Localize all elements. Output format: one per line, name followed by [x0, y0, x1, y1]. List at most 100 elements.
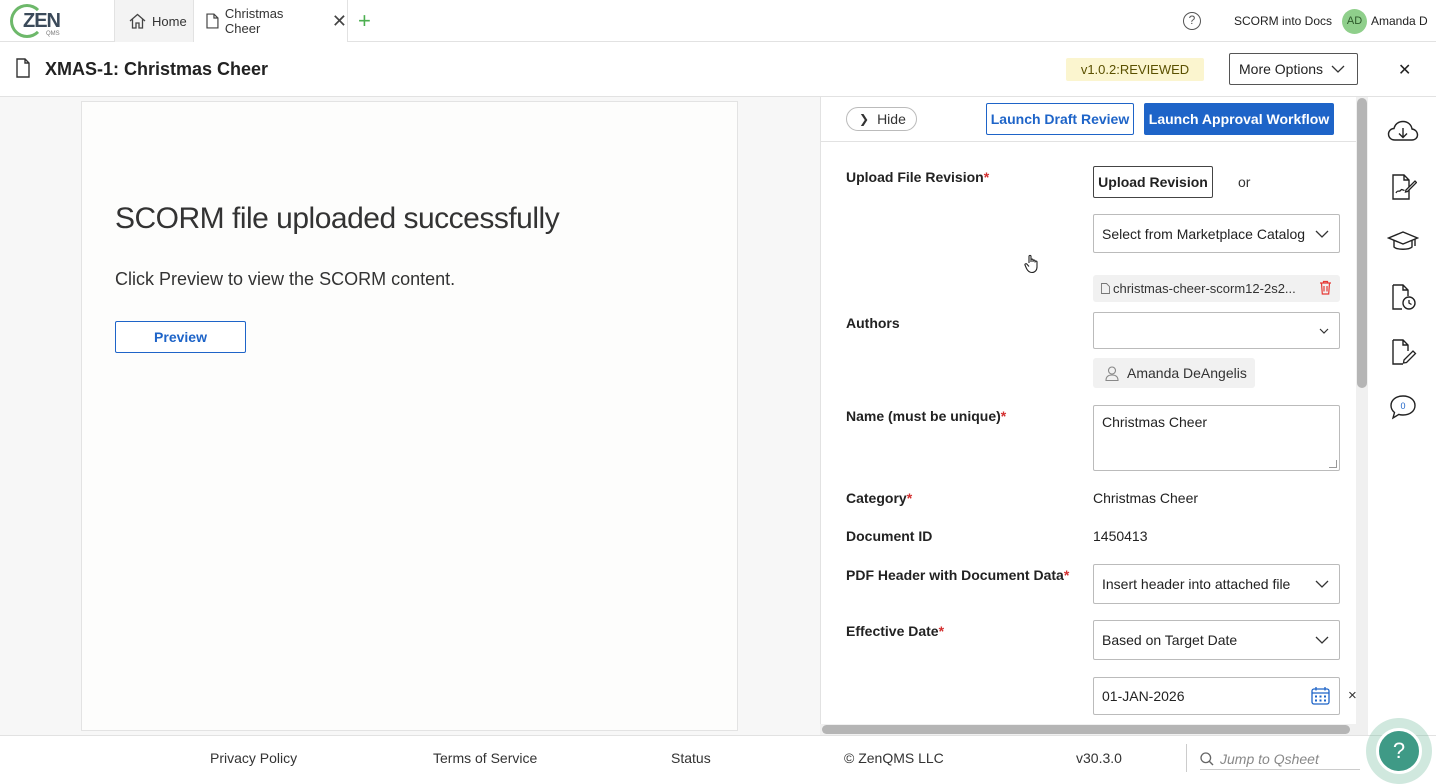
zenqms-logo[interactable]: ZEN QMS	[10, 4, 70, 38]
footer-divider	[1186, 744, 1187, 772]
name-field[interactable]: Christmas Cheer	[1093, 405, 1340, 471]
category-value: Christmas Cheer	[1093, 490, 1199, 506]
help-icon[interactable]: ?	[1183, 12, 1201, 30]
status-link[interactable]: Status	[671, 750, 711, 766]
scorm-status-heading: SCORM file uploaded successfully	[115, 202, 560, 235]
terms-of-service-link[interactable]: Terms of Service	[433, 750, 537, 766]
document-icon	[206, 13, 219, 29]
required-marker: *	[1000, 408, 1007, 424]
jump-placeholder: Jump to Qsheet	[1220, 750, 1319, 767]
chevron-right-icon: ❯	[859, 112, 870, 126]
file-icon	[1101, 283, 1110, 294]
marketplace-catalog-select[interactable]: Select from Marketplace Catalog	[1093, 214, 1340, 253]
home-icon	[129, 13, 146, 29]
more-options-label: More Options	[1239, 61, 1324, 77]
attached-file-chip[interactable]: christmas-cheer-scorm12-2s2...	[1093, 275, 1340, 302]
resize-handle[interactable]	[1329, 460, 1337, 468]
marketplace-select-value: Select from Marketplace Catalog	[1102, 225, 1306, 242]
label-text: Authors	[846, 315, 900, 331]
label-text: Effective Date	[846, 623, 939, 639]
logo-subtext: QMS	[46, 31, 60, 37]
horizontal-scrollbar-thumb[interactable]	[822, 725, 1350, 734]
chevron-down-icon	[1315, 580, 1329, 588]
tab-home-label: Home	[152, 13, 187, 29]
side-action-rail: 0	[1368, 97, 1436, 735]
upload-revision-button[interactable]: Upload Revision	[1093, 166, 1213, 198]
pdf-header-value: Insert header into attached file	[1102, 576, 1291, 592]
label-text: Document ID	[846, 528, 933, 544]
preview-card: SCORM file uploaded successfully Click P…	[81, 101, 738, 731]
cloud-download-icon[interactable]	[1387, 116, 1419, 148]
or-text: or	[1238, 174, 1251, 190]
search-icon	[1200, 751, 1214, 765]
comments-count: 0	[1400, 401, 1405, 411]
organization-name[interactable]: SCORM into Docs	[1234, 14, 1332, 28]
add-tab-button[interactable]: +	[358, 8, 371, 34]
launch-draft-review-button[interactable]: Launch Draft Review	[986, 103, 1134, 135]
copyright-text: © ZenQMS LLC	[844, 750, 944, 766]
attached-file-name: christmas-cheer-scorm12-2s2...	[1113, 281, 1296, 296]
authors-select[interactable]	[1093, 312, 1340, 349]
more-options-button[interactable]: More Options	[1229, 53, 1358, 85]
jump-to-qsheet-input[interactable]: Jump to Qsheet	[1200, 748, 1360, 770]
pdf-header-label: PDF Header with Document Data*	[846, 567, 1069, 583]
document-edit-icon[interactable]	[1387, 336, 1419, 368]
trash-icon[interactable]	[1319, 280, 1332, 295]
help-chat-button[interactable]: ?	[1366, 718, 1432, 784]
launch-approval-workflow-button[interactable]: Launch Approval Workflow	[1144, 103, 1334, 135]
chevron-down-icon	[1331, 65, 1345, 73]
effective-date-select[interactable]: Based on Target Date	[1093, 620, 1340, 660]
panel-header: ❯ Hide Launch Draft Review Launch Approv…	[821, 97, 1358, 142]
tab-christmas-cheer[interactable]: Christmas Cheer ✕	[194, 0, 348, 42]
chevron-down-icon	[1319, 328, 1329, 334]
category-label: Category*	[846, 490, 912, 506]
training-cap-icon[interactable]	[1387, 226, 1419, 258]
document-id-value: 1450413	[1093, 528, 1148, 544]
document-icon	[16, 58, 30, 78]
logo-text: ZEN	[23, 10, 61, 32]
chevron-down-icon	[1315, 636, 1329, 644]
top-navigation-bar: ZEN QMS Home Christmas Cheer ✕ + ? SCORM…	[0, 0, 1436, 42]
effective-date-label: Effective Date*	[846, 623, 944, 639]
label-text: PDF Header with Document Data	[846, 567, 1064, 583]
hide-panel-button[interactable]: ❯ Hide	[846, 107, 917, 131]
label-text: Category	[846, 490, 907, 506]
app-version: v30.3.0	[1076, 750, 1122, 766]
signature-icon[interactable]	[1387, 171, 1419, 203]
privacy-policy-link[interactable]: Privacy Policy	[210, 750, 297, 766]
tab-home[interactable]: Home	[114, 0, 194, 42]
calendar-icon[interactable]	[1311, 686, 1330, 705]
user-name[interactable]: Amanda D	[1371, 14, 1428, 28]
footer: Privacy Policy Terms of Service Status ©…	[0, 735, 1436, 780]
document-history-icon[interactable]	[1387, 281, 1419, 313]
author-name: Amanda DeAngelis	[1127, 365, 1247, 381]
close-tab-icon[interactable]: ✕	[332, 11, 347, 32]
pdf-header-select[interactable]: Insert header into attached file	[1093, 564, 1340, 604]
close-document-icon[interactable]: ✕	[1398, 60, 1411, 80]
document-id-label: Document ID	[846, 528, 932, 544]
comments-icon[interactable]: 0	[1387, 391, 1419, 423]
required-marker: *	[983, 169, 990, 185]
date-field[interactable]: 01-JAN-2026	[1093, 677, 1340, 715]
status-badge: v1.0.2:REVIEWED	[1066, 58, 1204, 81]
author-chip[interactable]: Amanda DeAngelis	[1093, 358, 1255, 388]
label-text: Upload File Revision	[846, 169, 984, 185]
preview-button[interactable]: Preview	[115, 321, 246, 353]
authors-label: Authors	[846, 315, 900, 331]
label-text: Name (must be unique)	[846, 408, 1001, 424]
name-label: Name (must be unique)*	[846, 408, 1006, 424]
required-marker: *	[1063, 567, 1070, 583]
upload-file-revision-label: Upload File Revision*	[846, 169, 989, 185]
user-icon	[1105, 365, 1119, 381]
help-icon: ?	[1376, 728, 1422, 774]
required-marker: *	[906, 490, 913, 506]
page-title: XMAS-1: Christmas Cheer	[45, 59, 269, 79]
date-field-value: 01-JAN-2026	[1102, 688, 1185, 704]
vertical-scrollbar-thumb[interactable]	[1357, 98, 1367, 388]
document-properties-panel: ❯ Hide Launch Draft Review Launch Approv…	[820, 97, 1370, 735]
avatar[interactable]: AD	[1342, 9, 1367, 34]
chevron-down-icon	[1315, 230, 1329, 238]
tab-doc-label: Christmas Cheer	[224, 6, 284, 36]
hand-cursor-icon	[1024, 254, 1038, 274]
preview-area: SCORM file uploaded successfully Click P…	[0, 97, 820, 735]
